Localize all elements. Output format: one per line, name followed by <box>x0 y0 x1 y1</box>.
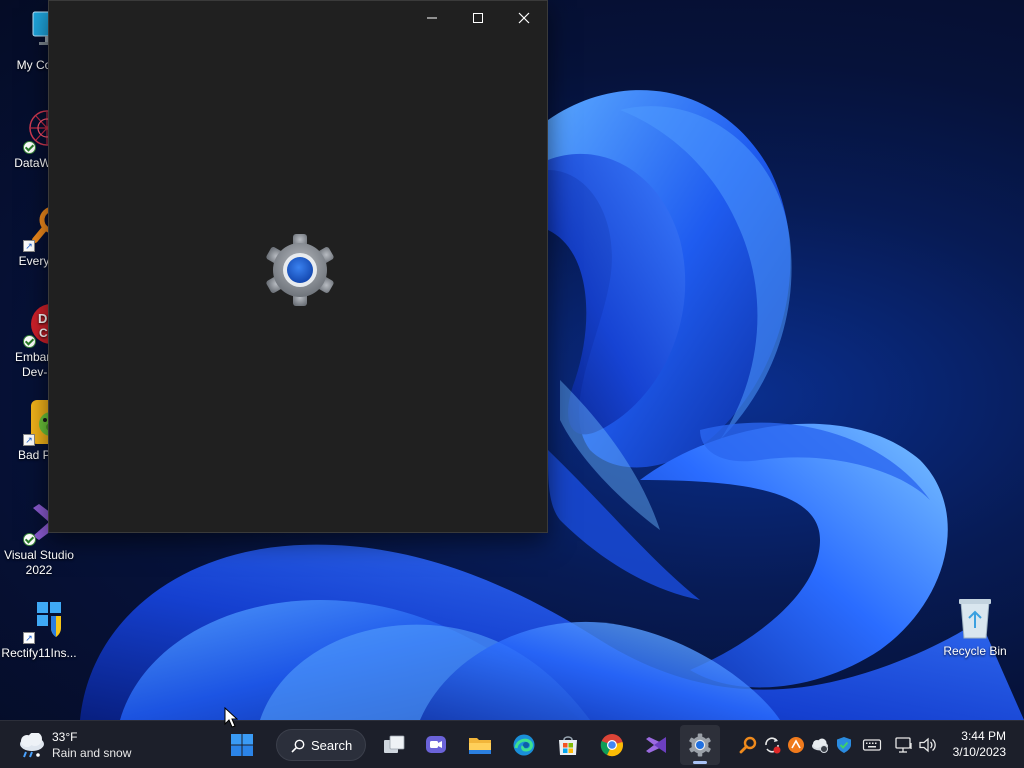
teams-chat-button[interactable] <box>416 725 456 765</box>
edge-icon <box>513 734 535 756</box>
taskbar: 33°F Rain and snow Search 3:44 PM 3/10/2… <box>0 720 1024 768</box>
rain-snow-cloud-icon <box>18 732 46 764</box>
clock-date: 3/10/2023 <box>952 745 1006 759</box>
shortcut-arrow-icon: ↗ <box>23 434 35 446</box>
search-icon <box>291 739 305 753</box>
task-view-icon <box>384 735 405 753</box>
folder-icon <box>469 738 491 754</box>
sync-icon[interactable] <box>762 735 782 755</box>
volume-icon[interactable] <box>918 735 938 755</box>
chrome-button[interactable] <box>592 725 632 765</box>
windows-logo-icon <box>231 734 253 756</box>
settings-taskbar-button[interactable] <box>680 725 720 765</box>
sync-status-check-icon <box>23 533 36 546</box>
desktop-icon-recycle-bin[interactable]: Recycle Bin <box>936 596 1014 659</box>
recycle-bin-icon <box>953 596 997 640</box>
weather-condition: Rain and snow <box>52 746 132 760</box>
microsoft-store-button[interactable] <box>548 725 588 765</box>
search-label: Search <box>311 738 353 753</box>
desktop-icon-label: Visual Studio <box>4 548 74 562</box>
shortcut-arrow-icon: ↗ <box>23 632 35 644</box>
close-button[interactable] <box>501 1 547 34</box>
taskbar-search-button[interactable]: Search <box>276 729 366 761</box>
desktop-icon-rectify11[interactable]: ↗ Rectify11Ins... <box>0 598 78 661</box>
mouse-pointer-icon <box>224 707 238 728</box>
keyboard-icon[interactable] <box>862 735 882 755</box>
task-view-button[interactable] <box>374 725 414 765</box>
edge-button[interactable] <box>504 725 544 765</box>
teams-chat-icon <box>426 736 446 753</box>
rectify11-installer-icon: ↗ <box>17 598 61 644</box>
minimize-button[interactable] <box>409 1 455 34</box>
desktop-icon-label-line2: 2022 <box>25 563 53 577</box>
shortcut-arrow-icon: ↗ <box>23 240 35 252</box>
weather-widget[interactable]: 33°F Rain and snow <box>14 727 154 763</box>
onedrive-icon[interactable] <box>810 735 830 755</box>
maximize-button[interactable] <box>455 1 501 34</box>
network-icon[interactable] <box>894 735 914 755</box>
active-app-indicator <box>693 761 707 764</box>
store-icon <box>559 736 577 755</box>
file-explorer-button[interactable] <box>460 725 500 765</box>
desktop-icon-label: Recycle Bin <box>943 644 1007 658</box>
desktop-icon-label: Rectify11Ins... <box>1 646 77 660</box>
maximize-icon <box>473 13 483 23</box>
minimize-icon <box>427 17 437 19</box>
chrome-icon <box>600 734 623 757</box>
settings-window[interactable] <box>48 0 548 533</box>
close-icon <box>518 12 530 24</box>
window-titlebar[interactable] <box>49 1 547 34</box>
weather-temperature: 33°F <box>52 730 78 744</box>
defender-shield-icon[interactable] <box>834 735 854 755</box>
sync-status-check-icon <box>23 141 36 154</box>
orange-app-icon[interactable] <box>786 735 806 755</box>
visual-studio-icon <box>646 737 666 753</box>
everything-tray-icon[interactable] <box>738 735 758 755</box>
visual-studio-taskbar-button[interactable] <box>636 725 676 765</box>
system-clock[interactable]: 3:44 PM 3/10/2023 <box>953 728 1006 760</box>
settings-gear-icon <box>263 233 337 307</box>
sync-status-check-icon <box>23 335 36 348</box>
clock-time: 3:44 PM <box>961 729 1006 743</box>
start-button[interactable] <box>222 725 262 765</box>
settings-gear-icon <box>689 733 711 757</box>
